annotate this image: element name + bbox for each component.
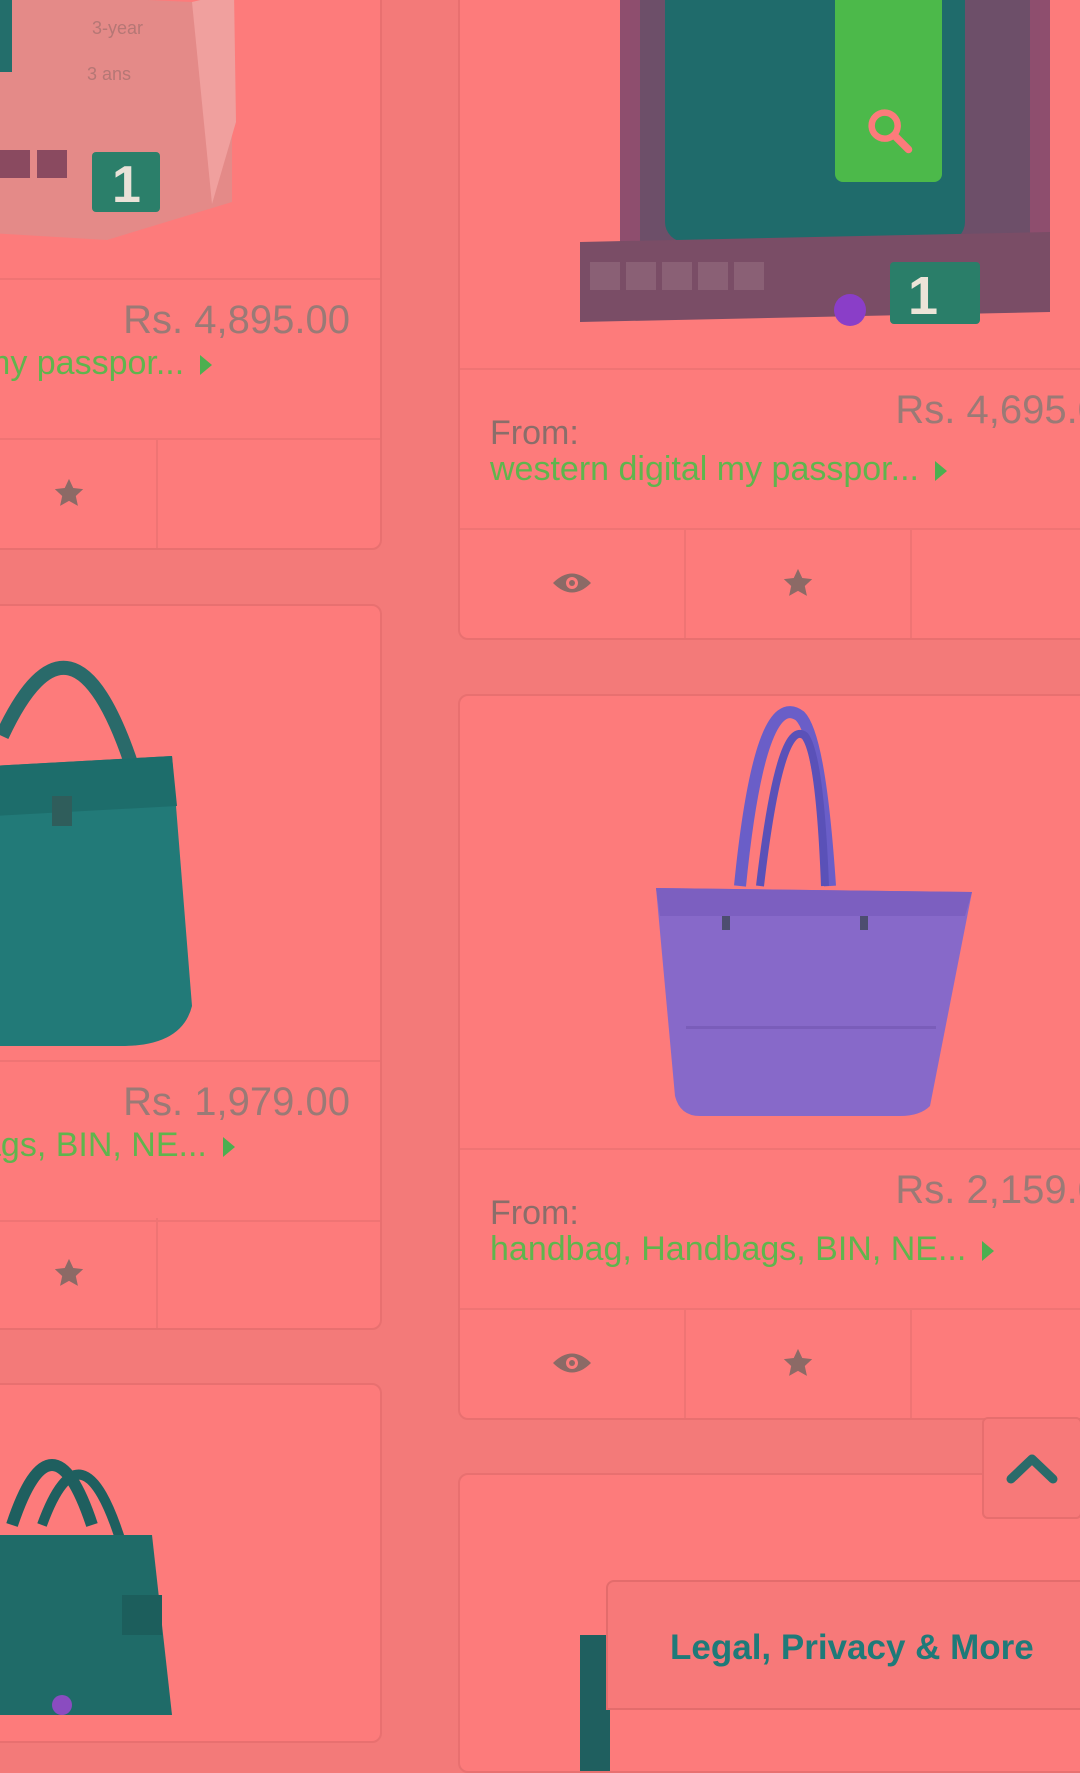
chevron-up-icon bbox=[1006, 1454, 1058, 1484]
svg-text:3-year: 3-year bbox=[92, 18, 143, 38]
product-title: ags, BIN, NE... bbox=[0, 1126, 207, 1164]
product-title: western digital my passpor... bbox=[490, 450, 919, 488]
caret-right-icon bbox=[200, 355, 213, 376]
product-image[interactable]: 1 3-year 3 ans bbox=[0, 0, 380, 280]
from-label: From: bbox=[490, 414, 579, 452]
product-image[interactable] bbox=[0, 606, 380, 1062]
hard-drive-box-image: 1 3-year 3 ans bbox=[0, 0, 236, 240]
caret-right-icon bbox=[222, 1137, 235, 1158]
product-actions bbox=[460, 1308, 1080, 1418]
svg-text:3 ans: 3 ans bbox=[87, 64, 131, 84]
compare-button[interactable] bbox=[912, 528, 1080, 638]
compare-button[interactable] bbox=[158, 1218, 380, 1328]
wishlist-button[interactable] bbox=[686, 528, 912, 638]
search-icon bbox=[867, 109, 912, 154]
wishlist-button[interactable] bbox=[686, 1308, 912, 1418]
hard-drive-box-image: 1 bbox=[580, 0, 1050, 326]
product-title: handbag, Handbags, BIN, NE... bbox=[490, 1230, 967, 1268]
caret-right-icon bbox=[982, 1241, 995, 1262]
product-title: my passpor... bbox=[0, 344, 185, 382]
product-title-link[interactable]: ags, BIN, NE... bbox=[0, 1126, 235, 1165]
star-icon bbox=[54, 478, 84, 506]
star-icon bbox=[783, 1348, 813, 1376]
product-image[interactable]: 1 bbox=[460, 0, 1080, 370]
search-button[interactable] bbox=[835, 0, 942, 182]
wishlist-button[interactable] bbox=[0, 438, 158, 548]
from-label: From: bbox=[490, 1194, 579, 1232]
product-card: 1 3-year 3 ans Rs. 4,895.00 my passpor..… bbox=[0, 0, 382, 550]
product-price: Rs. 2,159.0 bbox=[895, 1168, 1080, 1212]
handbag-image bbox=[0, 1459, 172, 1715]
wishlist-button[interactable] bbox=[0, 1218, 158, 1328]
quick-view-button[interactable] bbox=[460, 528, 686, 638]
product-title-link[interactable]: my passpor... bbox=[0, 344, 213, 383]
product-actions bbox=[0, 1218, 380, 1328]
scroll-to-top-button[interactable] bbox=[982, 1417, 1080, 1519]
star-icon bbox=[783, 568, 813, 596]
quick-view-button[interactable] bbox=[460, 1308, 686, 1418]
product-card: Rs. 2,159.0 From: handbag, Handbags, BIN… bbox=[458, 694, 1080, 1420]
product-price: Rs. 4,895.00 bbox=[123, 298, 350, 342]
product-title-link[interactable]: handbag, Handbags, BIN, NE... bbox=[490, 1230, 995, 1269]
product-price: Rs. 4,695.0 bbox=[895, 388, 1080, 432]
svg-text:1: 1 bbox=[112, 156, 141, 214]
handbag-image bbox=[0, 660, 192, 1046]
product-price: Rs. 1,979.00 bbox=[123, 1080, 350, 1124]
product-card: Rs. 1,979.00 ags, BIN, NE... bbox=[0, 604, 382, 1330]
svg-text:1: 1 bbox=[908, 266, 938, 326]
product-card bbox=[0, 1383, 382, 1743]
legal-privacy-footer[interactable]: Legal, Privacy & More bbox=[606, 1580, 1080, 1710]
eye-icon bbox=[553, 1353, 591, 1373]
product-title-link[interactable]: western digital my passpor... bbox=[490, 450, 947, 489]
product-card: 1 Rs. 4,695.0 From: western digital my p… bbox=[458, 0, 1080, 640]
caret-right-icon bbox=[934, 461, 947, 482]
star-icon bbox=[54, 1258, 84, 1286]
eye-icon bbox=[553, 573, 591, 593]
product-info: Rs. 4,895.00 my passpor... bbox=[0, 280, 380, 440]
compare-button[interactable] bbox=[158, 438, 380, 548]
product-info: Rs. 1,979.00 ags, BIN, NE... bbox=[0, 1062, 380, 1222]
product-image[interactable] bbox=[0, 1385, 380, 1741]
product-info: Rs. 2,159.0 From: handbag, Handbags, BIN… bbox=[460, 1150, 1080, 1310]
product-info: Rs. 4,695.0 From: western digital my pas… bbox=[460, 370, 1080, 530]
product-actions bbox=[460, 528, 1080, 638]
product-image[interactable] bbox=[460, 696, 1080, 1150]
compare-button[interactable] bbox=[912, 1308, 1080, 1418]
footer-label: Legal, Privacy & More bbox=[670, 1628, 1034, 1667]
handbag-image bbox=[656, 706, 972, 1116]
product-actions bbox=[0, 438, 380, 548]
